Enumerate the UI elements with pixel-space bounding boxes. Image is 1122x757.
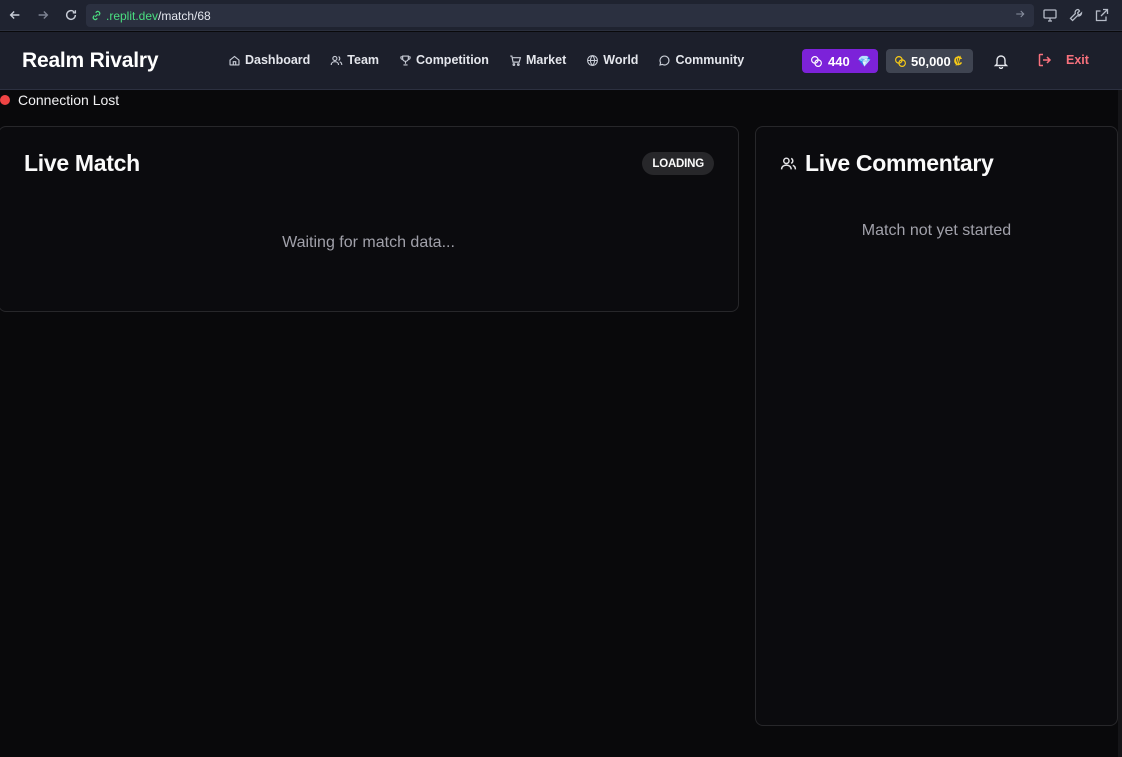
- url-path: /match/68: [158, 8, 211, 23]
- nav-team[interactable]: Team: [330, 53, 379, 67]
- app-header: Realm Rivalry Dashboard Team Competition…: [0, 32, 1122, 90]
- nav-community[interactable]: Community: [658, 53, 744, 67]
- connection-status-text: Connection Lost: [18, 92, 120, 108]
- diamond-icon: 💎: [857, 55, 872, 68]
- gems-amount: 440: [828, 53, 850, 69]
- browser-toolbar: .replit.dev/match/68: [0, 0, 1122, 31]
- coins-balance[interactable]: 50,000 ₡: [886, 49, 973, 73]
- trophy-icon: [399, 54, 412, 67]
- wrench-icon[interactable]: [1068, 7, 1084, 23]
- live-commentary-card: Live Commentary Match not yet started: [755, 126, 1118, 726]
- coins-icon: [894, 55, 907, 68]
- match-waiting-message: Waiting for match data...: [282, 234, 455, 251]
- nav-market-label: Market: [525, 53, 567, 67]
- nav-dashboard-label: Dashboard: [245, 53, 311, 67]
- nav-competition[interactable]: Competition: [399, 53, 489, 67]
- monitor-icon[interactable]: [1042, 7, 1058, 23]
- chat-icon: [658, 54, 671, 67]
- credit-symbol: ₡: [953, 54, 963, 68]
- exit-label: Exit: [1066, 53, 1089, 67]
- status-badge: LOADING: [642, 152, 714, 175]
- nav-dashboard[interactable]: Dashboard: [228, 53, 310, 67]
- connection-status: Connection Lost: [0, 92, 119, 108]
- bell-icon[interactable]: [993, 53, 1009, 70]
- live-commentary-title: Live Commentary: [805, 150, 994, 176]
- commentary-empty-message: Match not yet started: [861, 222, 1012, 239]
- cart-icon: [509, 54, 522, 67]
- users-icon: [780, 155, 797, 172]
- nav-team-label: Team: [347, 53, 380, 67]
- url-domain: .replit.dev: [106, 8, 159, 23]
- home-icon: [228, 54, 241, 67]
- live-match-card: Live Match LOADING Waiting for match dat…: [0, 126, 739, 312]
- link-icon: [90, 9, 104, 23]
- gems-balance[interactable]: 440 💎: [802, 49, 878, 73]
- reload-icon[interactable]: [61, 5, 81, 25]
- address-bar[interactable]: .replit.dev/match/68: [86, 4, 1034, 27]
- globe-icon: [586, 54, 599, 67]
- nav-market[interactable]: Market: [509, 53, 566, 67]
- users-icon: [330, 54, 343, 67]
- nav-community-label: Community: [675, 53, 745, 67]
- logout-icon: [1037, 52, 1053, 68]
- go-arrow-icon[interactable]: [1014, 8, 1028, 22]
- nav-world-label: World: [603, 53, 639, 67]
- exit-button[interactable]: Exit: [1037, 52, 1089, 68]
- commentary-header: Live Commentary: [780, 150, 994, 177]
- gems-currency-icon: [810, 55, 823, 68]
- main-nav: Dashboard Team Competition Market World: [228, 53, 764, 67]
- coins-amount: 50,000: [911, 53, 951, 69]
- back-icon[interactable]: [5, 5, 25, 25]
- nav-competition-label: Competition: [416, 53, 489, 67]
- status-dot: [0, 95, 10, 105]
- browser-tools: [1042, 7, 1110, 23]
- forward-icon[interactable]: [33, 5, 53, 25]
- brand-title[interactable]: Realm Rivalry: [22, 49, 159, 73]
- live-match-title: Live Match: [24, 150, 140, 176]
- nav-world[interactable]: World: [586, 53, 638, 67]
- page-scrollbar[interactable]: [1118, 90, 1122, 757]
- external-link-icon[interactable]: [1094, 7, 1110, 23]
